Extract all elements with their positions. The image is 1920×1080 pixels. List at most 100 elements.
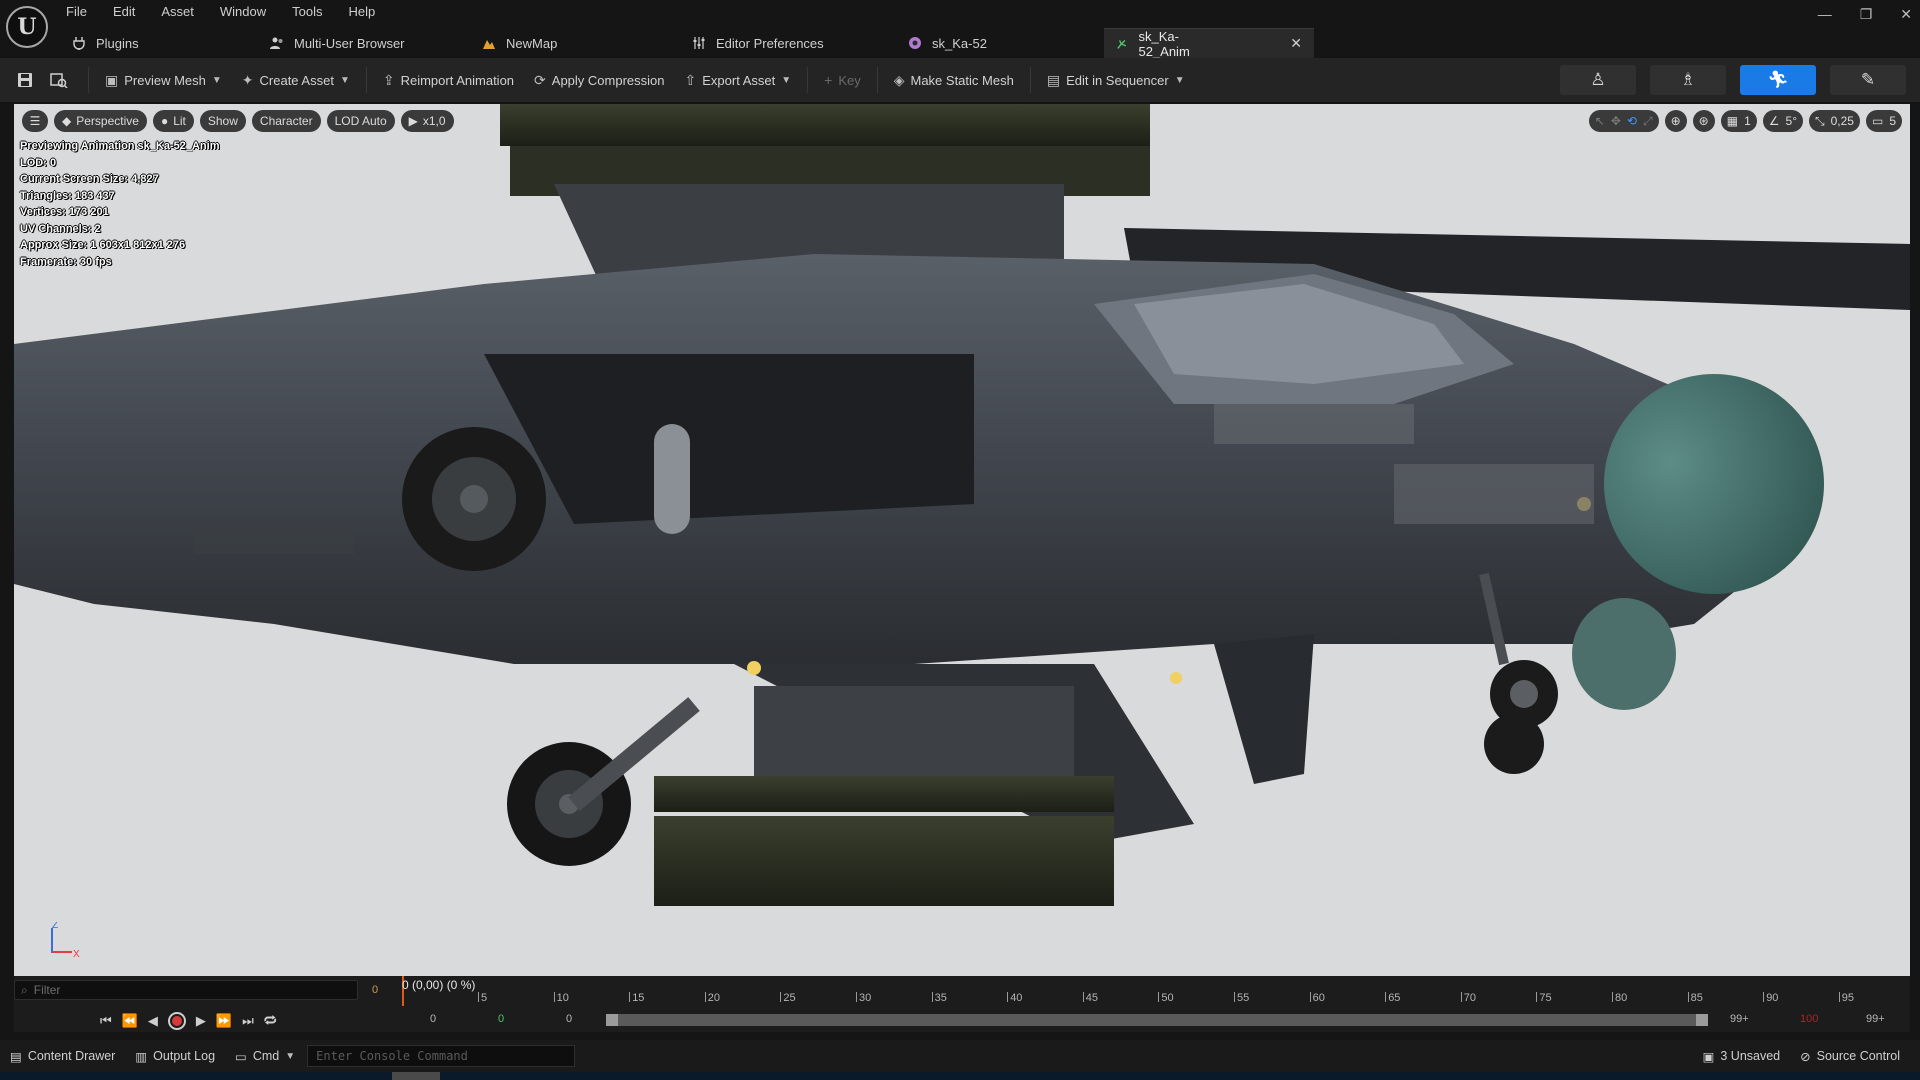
source-control-off-icon: ⊘	[1800, 1049, 1811, 1064]
menu-window[interactable]: Window	[220, 4, 266, 19]
minimize-button[interactable]: —	[1818, 6, 1832, 23]
close-tab-icon[interactable]: ✕	[1290, 35, 1302, 52]
lit-button[interactable]: ● Lit	[152, 110, 194, 132]
tab-sk-ka-52[interactable]: sk_Ka-52	[896, 28, 1104, 58]
range-start-handle[interactable]	[606, 1014, 618, 1026]
perspective-button[interactable]: ◆ Perspective	[54, 110, 147, 132]
physics-mode-button[interactable]: ✎	[1830, 65, 1906, 95]
close-window-button[interactable]: ✕	[1900, 6, 1912, 23]
unreal-logo-icon[interactable]: U	[6, 6, 48, 48]
create-asset-button[interactable]: ✦ Create Asset ▼	[232, 65, 360, 95]
running-figure-icon: 🏃︎	[1767, 70, 1789, 89]
range-end-handle[interactable]	[1696, 1014, 1708, 1026]
loop-icon[interactable]: 🔁︎	[264, 1011, 277, 1030]
tab-newmap[interactable]: NewMap	[470, 28, 680, 58]
surface-snap-button[interactable]: ⊛	[1692, 110, 1715, 132]
output-log-button[interactable]: ▥ Output Log	[125, 1049, 225, 1064]
menu-tools[interactable]: Tools	[292, 4, 322, 19]
character-button[interactable]: Character	[251, 110, 321, 132]
scale-snap-button[interactable]: ⤡ 0,25	[1809, 110, 1860, 132]
working-start-field[interactable]: 0	[498, 1013, 504, 1025]
ruler-tick-label: 20	[707, 992, 721, 1004]
grid-snap-button[interactable]: ▦ 1	[1720, 110, 1757, 132]
step-back-icon[interactable]: ⏪	[122, 1013, 138, 1029]
menu-asset[interactable]: Asset	[161, 4, 194, 19]
playback-start-field[interactable]: 0	[566, 1013, 572, 1025]
view-end-field[interactable]: 99+	[1866, 1013, 1885, 1025]
console-placeholder: Enter Console Command	[316, 1049, 468, 1063]
toolbar-divider	[807, 67, 809, 93]
tab-sk-ka-52-anim[interactable]: sk_Ka-52_Anim ✕	[1104, 28, 1314, 59]
working-end-field[interactable]: 100	[1800, 1013, 1818, 1025]
restore-button[interactable]: ❐	[1860, 6, 1873, 23]
skip-to-end-icon[interactable]: ⏭	[242, 1013, 254, 1029]
step-forward-icon[interactable]: ⏩	[216, 1013, 232, 1029]
play-reverse-icon[interactable]: ◀	[148, 1013, 158, 1029]
record-button[interactable]	[167, 1011, 186, 1030]
select-icon[interactable]: ↖	[1595, 114, 1605, 128]
status-bar-right: ▣ 3 Unsaved ⊘ Source Control	[1693, 1040, 1910, 1072]
timeline-range-scrollbar[interactable]	[606, 1014, 1708, 1026]
scale-snap-icon: ⤡	[1815, 113, 1825, 128]
content-drawer-button[interactable]: ▤ Content Drawer	[0, 1049, 125, 1064]
window-controls: — ❐ ✕	[1818, 6, 1912, 23]
playback-end-field[interactable]: 99+	[1730, 1013, 1749, 1025]
stat-framerate: Framerate: 30 fps	[20, 255, 112, 268]
animation-viewport[interactable]: ☰ ◆ Perspective ● Lit Show Character LOD…	[14, 104, 1910, 976]
angle-snap-button[interactable]: ∠ 5°	[1762, 110, 1803, 132]
sequencer-icon: ▤	[1046, 71, 1061, 88]
title-bar: U File Edit Asset Window Tools Help — ❐ …	[0, 0, 1920, 48]
scale-icon[interactable]: ⤢	[1643, 114, 1653, 129]
play-icon[interactable]: ▶	[196, 1013, 206, 1029]
filter-placeholder: Filter	[33, 983, 61, 997]
rotate-icon[interactable]: ⟲	[1627, 114, 1637, 128]
time-ruler[interactable]: 5 10 15 20 25 30 35 40 45 50 55 60 65 70 75 80 85 90 95	[402, 976, 1906, 1006]
console-command-input[interactable]: Enter Console Command	[307, 1045, 576, 1067]
save-icon[interactable]	[14, 69, 36, 91]
current-frame-field[interactable]: 0	[372, 984, 378, 996]
make-static-mesh-button[interactable]: ◈ Make Static Mesh	[884, 65, 1024, 95]
translate-icon[interactable]: ✥	[1611, 114, 1621, 128]
key-button[interactable]: + Key	[814, 65, 871, 95]
playhead-readout: 0 (0,00) (0 %)	[402, 978, 476, 992]
ruler-tick-label: 35	[934, 992, 947, 1004]
ruler-tick-label: 10	[556, 992, 569, 1004]
mesh-mode-button[interactable]: ♗	[1650, 65, 1726, 95]
playback-speed-button[interactable]: ▶ x1,0	[400, 110, 454, 132]
log-icon: ▥	[135, 1049, 148, 1064]
perspective-label: Perspective	[76, 114, 139, 128]
source-control-button[interactable]: ⊘ Source Control	[1790, 1049, 1910, 1064]
browse-asset-icon[interactable]	[48, 69, 70, 91]
coordinate-space-button[interactable]: ⊕	[1664, 110, 1687, 132]
unsaved-assets-button[interactable]: ▣ 3 Unsaved	[1693, 1049, 1791, 1064]
track-filter-input[interactable]: ⌕ Filter	[14, 980, 358, 1000]
cmd-dropdown[interactable]: ▭ Cmd ▼	[225, 1049, 305, 1064]
skip-to-start-icon[interactable]: ⏮	[100, 1013, 112, 1029]
animation-mode-button[interactable]: 🏃︎	[1740, 65, 1816, 95]
terminal-icon: ▭	[235, 1049, 247, 1064]
menu-file[interactable]: File	[66, 4, 87, 19]
tab-label: Editor Preferences	[716, 35, 824, 51]
preview-mesh-button[interactable]: ▣ Preview Mesh ▼	[95, 65, 232, 95]
menu-help[interactable]: Help	[348, 4, 375, 19]
viewport-options-button[interactable]: ☰	[22, 110, 48, 132]
view-start-field[interactable]: 0	[430, 1013, 436, 1025]
show-button[interactable]: Show	[199, 110, 246, 132]
camera-speed-button[interactable]: ▭ 5	[1865, 110, 1902, 132]
export-asset-button[interactable]: ⇧ Export Asset ▼	[675, 65, 802, 95]
chevron-down-icon: ▼	[211, 74, 222, 86]
skeleton-mode-button[interactable]: ♙	[1560, 65, 1636, 95]
tab-plugins[interactable]: Plugins	[60, 28, 258, 58]
lod-button[interactable]: LOD Auto	[326, 110, 395, 132]
tab-multi-user-browser[interactable]: Multi-User Browser	[258, 28, 470, 58]
ruler-tick-label: 45	[1085, 992, 1099, 1004]
menu-edit[interactable]: Edit	[113, 4, 135, 19]
ruler-tick-label: 85	[1690, 992, 1703, 1004]
reimport-animation-button[interactable]: ⇪ Reimport Animation	[373, 65, 524, 95]
tab-editor-preferences[interactable]: Editor Preferences	[680, 28, 896, 58]
edit-in-sequencer-button[interactable]: ▤ Edit in Sequencer ▼	[1037, 65, 1195, 95]
apply-compression-button[interactable]: ⟳ Apply Compression	[524, 65, 674, 95]
camera-speed-value: 5	[1889, 114, 1896, 128]
mesh-icon: ♗	[1680, 70, 1696, 89]
unsaved-label: 3 Unsaved	[1720, 1049, 1781, 1063]
